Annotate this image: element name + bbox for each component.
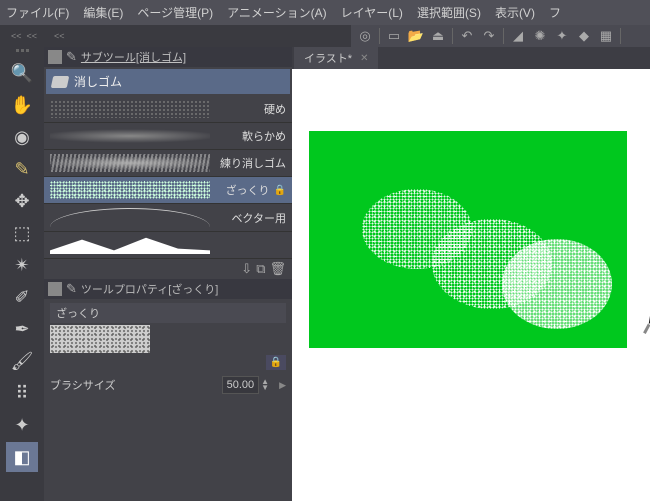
subtool-actions: ⇩ ⧉ 🗑 xyxy=(44,259,292,279)
open-icon[interactable]: 📂 xyxy=(406,27,426,45)
pen-icon: ✎ xyxy=(66,49,77,65)
property-brush-name: ざっくり xyxy=(50,303,286,323)
eraser-tool[interactable]: ◧ xyxy=(6,442,38,472)
brush-item-kneaded[interactable]: 練り消しゴム xyxy=(44,150,292,177)
menu-selection[interactable]: 選択範囲(S) xyxy=(417,4,481,21)
menu-layer[interactable]: レイヤー(L) xyxy=(341,4,403,21)
erase-icon[interactable]: ◢ xyxy=(508,27,528,45)
menu-animation[interactable]: アニメーション(A) xyxy=(227,4,327,21)
more-icon[interactable] xyxy=(625,27,645,45)
document-tabs: イラスト* ✕ xyxy=(292,47,650,69)
palette-handle[interactable] xyxy=(7,49,37,53)
swirl-icon[interactable]: ◎ xyxy=(355,27,375,45)
lock-icon: 🔒 xyxy=(274,185,286,196)
hand-tool[interactable]: ✋ xyxy=(6,90,38,120)
import-icon[interactable]: ⇩ xyxy=(241,261,252,277)
eyedropper-tool[interactable]: ✐ xyxy=(6,282,38,312)
subtool-title: サブツール[消しゴム] xyxy=(81,49,186,65)
command-bar: ◎ ▭ 📂 ⏏ ↶ ↷ ◢ ✺ ✦ ◆ ▦ xyxy=(351,25,650,47)
canvas-area: イラスト* ✕ xyxy=(292,47,650,501)
menu-view[interactable]: 表示(V) xyxy=(495,4,535,21)
undo-icon[interactable]: ↶ xyxy=(457,27,477,45)
panel-collapse-mid[interactable]: << xyxy=(48,25,351,47)
brush-size-stepper[interactable]: ▲▼ xyxy=(261,379,269,391)
save-icon[interactable]: ⏏ xyxy=(428,27,448,45)
brush-size-label: ブラシサイズ xyxy=(50,377,115,393)
property-title: ツールプロパティ[ざっくり] xyxy=(81,281,218,297)
menu-file[interactable]: ファイル(F) xyxy=(6,4,69,21)
redo-icon[interactable]: ↷ xyxy=(479,27,499,45)
airbrush-tool[interactable]: ⠿ xyxy=(6,378,38,408)
lasso-tool[interactable]: ◉ xyxy=(6,122,38,152)
close-icon[interactable]: ✕ xyxy=(360,53,368,64)
duplicate-icon[interactable]: ⧉ xyxy=(256,261,265,277)
pencil-tool[interactable]: ✎ xyxy=(6,154,38,184)
menu-icon[interactable] xyxy=(48,282,62,296)
move-tool[interactable]: ✥ xyxy=(6,186,38,216)
brush-item-soft[interactable]: 軟らかめ xyxy=(44,123,292,150)
stylus-pen xyxy=(634,73,650,339)
brush-tool[interactable]: 🖌 xyxy=(6,346,38,376)
pen-icon: ✎ xyxy=(66,281,77,297)
menu-page[interactable]: ページ管理(P) xyxy=(137,4,213,21)
eraser-group[interactable]: 消しゴム xyxy=(46,69,290,94)
new-icon[interactable]: ▭ xyxy=(384,27,404,45)
eraser-icon xyxy=(51,76,70,88)
magnifier-tool[interactable]: 🔍 xyxy=(6,58,38,88)
wand-tool[interactable]: ✴ xyxy=(6,250,38,280)
brush-preview xyxy=(50,325,150,353)
brush-item-hard[interactable]: 硬め xyxy=(44,96,292,123)
brush-item-extra[interactable] xyxy=(44,232,292,259)
brush-size-value[interactable]: 50.00 xyxy=(222,376,260,394)
menu-edit[interactable]: 編集(E) xyxy=(83,4,123,21)
bucket-icon[interactable]: ◆ xyxy=(574,27,594,45)
effect-icon[interactable]: ✦ xyxy=(552,27,572,45)
delete-icon[interactable]: 🗑 xyxy=(269,261,286,277)
property-body: ざっくり 🔒 ブラシサイズ 50.00 ▲▼ ▶ xyxy=(44,299,292,398)
brush-item-rough[interactable]: ざっくり🔒 xyxy=(44,177,292,204)
menu-icon[interactable] xyxy=(48,50,62,64)
canvas[interactable] xyxy=(292,69,650,501)
marquee-tool[interactable]: ⬚ xyxy=(6,218,38,248)
pen-tool[interactable]: ✒ xyxy=(6,314,38,344)
property-header: ✎ ツールプロパティ[ざっくり] xyxy=(44,279,292,299)
sparkle-tool[interactable]: ✦ xyxy=(6,410,38,440)
tab-label: イラスト* xyxy=(304,50,352,66)
tool-palette: 🔍 ✋ ◉ ✎ ✥ ⬚ ✴ ✐ ✒ 🖌 ⠿ ✦ ◧ xyxy=(0,47,44,501)
tone-icon[interactable]: ▦ xyxy=(596,27,616,45)
brush-size-slider-icon[interactable]: ▶ xyxy=(279,380,286,391)
subtool-header: ✎ サブツール[消しゴム] xyxy=(44,47,292,67)
lock-icon[interactable]: 🔒 xyxy=(266,355,286,370)
menu-bar: ファイル(F) 編集(E) ページ管理(P) アニメーション(A) レイヤー(L… xyxy=(0,0,650,25)
brush-list: 硬め 軟らかめ 練り消しゴム ざっくり🔒 ベクター用 xyxy=(44,96,292,259)
menu-more[interactable]: フ xyxy=(549,4,561,21)
panel-collapse-left[interactable]: << << xyxy=(0,25,48,47)
brush-item-vector[interactable]: ベクター用 xyxy=(44,204,292,232)
tab-illustration[interactable]: イラスト* ✕ xyxy=(294,47,378,69)
adjust-icon[interactable]: ✺ xyxy=(530,27,550,45)
eraser-group-label: 消しゴム xyxy=(74,73,122,90)
side-panel: ✎ サブツール[消しゴム] 消しゴム 硬め 軟らかめ 練り消しゴム ざっくり🔒 … xyxy=(44,47,292,501)
green-layer xyxy=(309,131,627,348)
